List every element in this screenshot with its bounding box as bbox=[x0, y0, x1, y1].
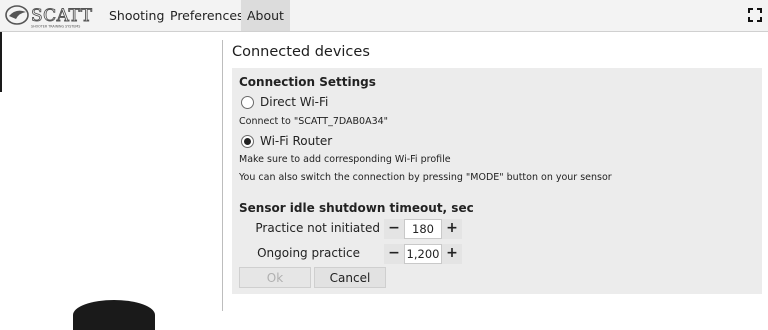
practice-not-initiated-label: Practice not initiated bbox=[255, 221, 380, 235]
decrement-button[interactable]: − bbox=[384, 244, 404, 264]
menu-item-preferences[interactable]: Preferences bbox=[164, 0, 250, 31]
practice-not-initiated-value[interactable]: 180 bbox=[404, 219, 442, 239]
target-graphic bbox=[73, 300, 155, 330]
wifi-router-label: Wi-Fi Router bbox=[260, 134, 333, 148]
ongoing-practice-stepper: − 1,200 + bbox=[384, 244, 462, 264]
wifi-router-hint: Make sure to add corresponding Wi-Fi pro… bbox=[239, 154, 451, 165]
direct-wifi-label: Direct Wi-Fi bbox=[260, 95, 329, 109]
left-panel bbox=[0, 32, 222, 311]
left-edge-bar bbox=[0, 32, 2, 92]
cancel-button[interactable]: Cancel bbox=[314, 267, 386, 288]
direct-wifi-radio[interactable] bbox=[241, 95, 254, 109]
logo-subtitle: SHOOTER TRAINING SYSTEMS bbox=[31, 25, 80, 29]
increment-button[interactable]: + bbox=[442, 244, 462, 264]
menu-item-about[interactable]: About bbox=[241, 0, 290, 31]
ok-button[interactable]: Ok bbox=[239, 267, 311, 288]
panel-divider bbox=[222, 40, 223, 311]
fullscreen-icon[interactable] bbox=[748, 8, 762, 22]
logo-text: SCATT bbox=[31, 6, 93, 26]
ongoing-practice-value[interactable]: 1,200 bbox=[404, 244, 442, 264]
menu-bar: SCATT SHOOTER TRAINING SYSTEMS Shooting … bbox=[0, 0, 768, 32]
direct-wifi-option[interactable]: Direct Wi-Fi bbox=[241, 93, 328, 111]
connection-settings-title: Connection Settings bbox=[239, 75, 376, 89]
page-title: Connected devices bbox=[232, 44, 370, 60]
scatt-logo: SCATT SHOOTER TRAINING SYSTEMS bbox=[5, 5, 93, 29]
idle-shutdown-title: Sensor idle shutdown timeout, sec bbox=[239, 201, 474, 215]
menu-item-shooting[interactable]: Shooting bbox=[103, 0, 170, 31]
direct-wifi-hint: Connect to "SCATT_7DAB0A34" bbox=[239, 116, 389, 127]
wifi-router-radio[interactable] bbox=[241, 134, 254, 148]
mode-button-hint: You can also switch the connection by pr… bbox=[239, 172, 612, 183]
decrement-button[interactable]: − bbox=[384, 219, 404, 239]
wifi-router-option[interactable]: Wi-Fi Router bbox=[241, 132, 332, 150]
practice-not-initiated-stepper: − 180 + bbox=[384, 219, 462, 239]
increment-button[interactable]: + bbox=[442, 219, 462, 239]
ongoing-practice-label: Ongoing practice bbox=[257, 246, 360, 260]
settings-panel: Connection Settings Direct Wi-Fi Connect… bbox=[232, 68, 762, 294]
